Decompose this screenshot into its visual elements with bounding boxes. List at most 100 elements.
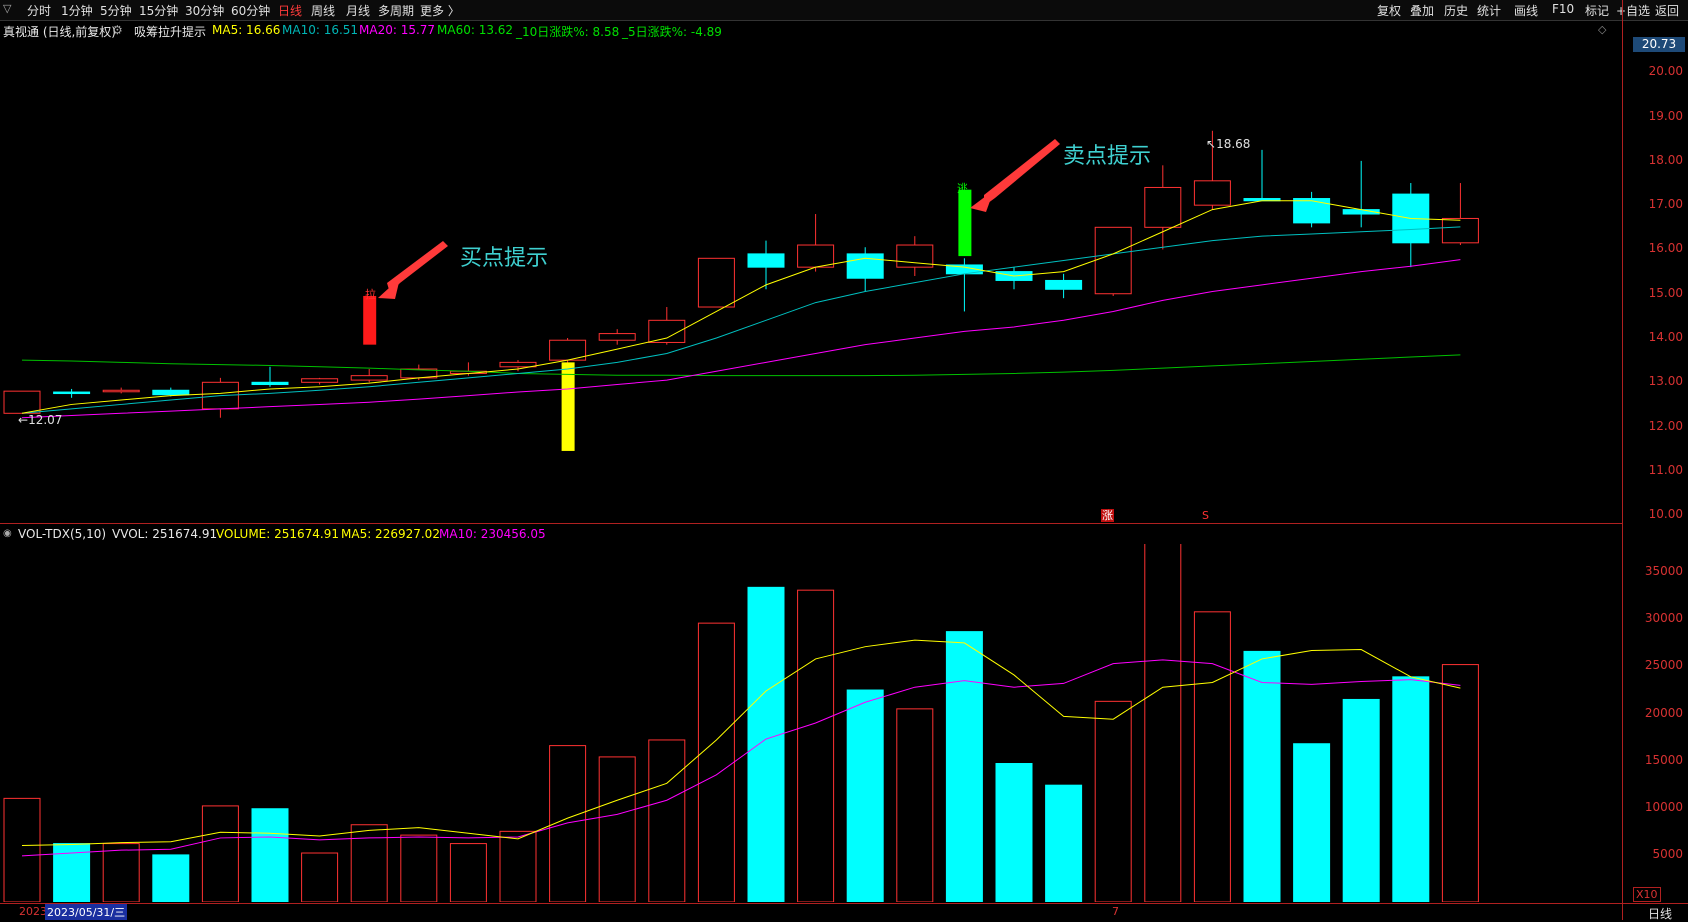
settings-gear-icon[interactable]: ⚙ bbox=[112, 23, 123, 37]
period-tab-1[interactable]: 1分钟 bbox=[61, 2, 93, 19]
price-tick-label: 14.00 bbox=[1648, 330, 1683, 345]
period-tab-6[interactable]: 日线 bbox=[278, 2, 302, 19]
volume-bar bbox=[102, 843, 140, 903]
toolbar-button-6[interactable]: 标记 bbox=[1585, 2, 1609, 19]
candle-body bbox=[598, 333, 636, 341]
ma10-value: MA10: 16.51 bbox=[282, 23, 359, 37]
vvol-value: VVOL: 251674.91 bbox=[112, 527, 218, 541]
expand-icon[interactable]: ◇ bbox=[1598, 23, 1606, 36]
period-tab-0[interactable]: 分时 bbox=[27, 2, 51, 19]
ma60-value: MA60: 13.62 bbox=[437, 23, 514, 37]
candle-body bbox=[1045, 279, 1083, 290]
candle-body bbox=[697, 257, 735, 308]
sell-hint-label: 卖点提示 bbox=[1063, 144, 1152, 169]
volume-bar bbox=[797, 589, 835, 903]
price-chart-area[interactable]: 买点提示 卖点提示 拉 逃 ↖18.68 ←12.07 涨 S bbox=[0, 40, 1620, 524]
price-tick-label: 19.00 bbox=[1648, 108, 1683, 123]
candle-body bbox=[1193, 180, 1231, 206]
volume-bar bbox=[1045, 784, 1083, 903]
volume-tick-label: 15000 bbox=[1644, 752, 1683, 767]
price-tick-label: 15.00 bbox=[1648, 285, 1683, 300]
period-tab-8[interactable]: 月线 bbox=[346, 2, 370, 19]
volume-bar bbox=[301, 852, 339, 903]
chg10-value: _10日涨跌%: 8.58 bbox=[516, 25, 620, 39]
candle-body bbox=[301, 378, 339, 383]
price-tick-label: 16.00 bbox=[1648, 241, 1683, 256]
month-marker: 7 bbox=[1112, 905, 1119, 918]
sell-arrow bbox=[984, 139, 1060, 206]
collapse-icon[interactable]: ◉ bbox=[3, 528, 12, 539]
price-tick-label: 10.00 bbox=[1648, 507, 1683, 522]
candle-body bbox=[747, 253, 785, 268]
toolbar-button-0[interactable]: 复权 bbox=[1377, 2, 1401, 19]
ma5-line bbox=[21, 200, 1461, 414]
price-tick-label: 17.00 bbox=[1648, 197, 1683, 212]
stock-title[interactable]: 真视通 (日线,前复权) bbox=[3, 23, 116, 40]
period-tab-2[interactable]: 5分钟 bbox=[100, 2, 132, 19]
window-menu-icon[interactable]: ▽ bbox=[3, 2, 11, 15]
volume-bar bbox=[1441, 664, 1479, 903]
candle-body bbox=[350, 375, 388, 381]
volume-bar bbox=[1293, 743, 1331, 903]
volume-bar bbox=[201, 805, 239, 903]
low-price-label: ←12.07 bbox=[18, 413, 63, 427]
volume-bar bbox=[648, 739, 686, 903]
candle-body bbox=[797, 244, 835, 268]
period-tab-9[interactable]: 多周期 bbox=[378, 2, 414, 19]
candle-body bbox=[1144, 186, 1182, 228]
volume-tick-label: 20000 bbox=[1644, 705, 1683, 720]
volume-bar bbox=[449, 843, 487, 903]
volume-bar bbox=[1193, 611, 1231, 903]
candle-body bbox=[499, 361, 537, 368]
volume-bar bbox=[896, 708, 934, 903]
volume-chart-area[interactable] bbox=[0, 542, 1620, 903]
volume-bar bbox=[152, 854, 190, 903]
ma20-value: MA20: 15.77 bbox=[359, 23, 436, 37]
candle-body bbox=[53, 391, 91, 395]
period-tab-5[interactable]: 60分钟 bbox=[231, 2, 270, 19]
period-tab-4[interactable]: 30分钟 bbox=[185, 2, 224, 19]
toolbar-button-2[interactable]: 历史 bbox=[1444, 2, 1468, 19]
buy-marker: 拉 bbox=[365, 288, 376, 301]
candle-body bbox=[152, 389, 190, 396]
indicator-name[interactable]: 吸筹拉升提示 bbox=[134, 23, 206, 40]
volume-bar bbox=[747, 586, 785, 903]
volume-bar bbox=[1392, 676, 1430, 903]
vol-ma5-value: MA5: 226927.02 bbox=[341, 527, 440, 541]
panel-divider[interactable] bbox=[0, 523, 1622, 524]
buy-signal-bar bbox=[363, 295, 377, 345]
toolbar-button-4[interactable]: 画线 bbox=[1514, 2, 1538, 19]
period-tab-3[interactable]: 15分钟 bbox=[139, 2, 178, 19]
volume-bar bbox=[251, 808, 289, 903]
volume-bar bbox=[1094, 700, 1132, 903]
price-axis[interactable]: 20.00 19.00 18.00 17.00 16.00 15.00 14.00 13.00… bbox=[1622, 0, 1688, 920]
sell-marker: 逃 bbox=[957, 182, 968, 195]
volume-indicator-name[interactable]: VOL-TDX(5,10) bbox=[18, 527, 106, 541]
period-tab-7[interactable]: 周线 bbox=[311, 2, 335, 19]
period-tab-10[interactable]: 更多 〉 bbox=[420, 2, 460, 19]
volume-bar bbox=[350, 824, 388, 903]
volume-bar bbox=[697, 622, 735, 903]
price-tick-label: 20.00 bbox=[1648, 64, 1683, 79]
volume-bar bbox=[1342, 698, 1380, 903]
price-tick-label: 11.00 bbox=[1648, 462, 1683, 477]
period-label[interactable]: 日线 bbox=[1648, 905, 1672, 922]
top-toolbar: ▽ 分时 1分钟 5分钟 15分钟 30分钟 60分钟 日线 周线 月线 多周期 更多 〉 复权 叠加… bbox=[0, 0, 1688, 21]
volume-bar bbox=[3, 797, 41, 903]
volume-tick-label: 5000 bbox=[1652, 846, 1683, 861]
volume-info-bar: ◉ VOL-TDX(5,10) VVOL: 251674.91 VOLUME: … bbox=[0, 525, 1606, 543]
volume-tick-label: 25000 bbox=[1644, 658, 1683, 673]
toolbar-button-5[interactable]: F10 bbox=[1552, 2, 1574, 16]
toolbar-button-3[interactable]: 统计 bbox=[1477, 2, 1501, 19]
candle-body bbox=[1094, 226, 1132, 295]
sell-signal-bar bbox=[958, 189, 972, 257]
vol-ma10-value: MA10: 230456.05 bbox=[439, 527, 546, 541]
price-chart bbox=[3, 130, 1479, 451]
volume-bar bbox=[499, 830, 537, 903]
volume-bar bbox=[1243, 650, 1281, 903]
volume-bar bbox=[1144, 542, 1182, 903]
year-stub: 2023 bbox=[19, 905, 47, 918]
chg5-value: _5日涨跌%: -4.89 bbox=[622, 25, 722, 39]
volume-tick-label: 30000 bbox=[1644, 611, 1683, 626]
toolbar-button-1[interactable]: 叠加 bbox=[1410, 2, 1434, 19]
